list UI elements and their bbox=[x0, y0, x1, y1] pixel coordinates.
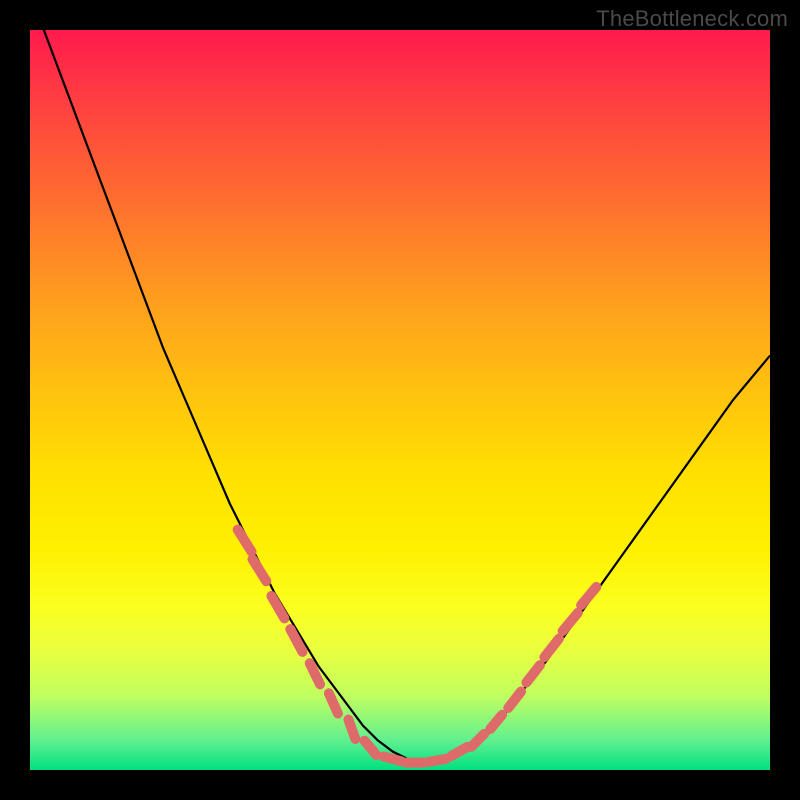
watermark-text: TheBottleneck.com bbox=[596, 6, 788, 32]
curve-marker bbox=[329, 693, 338, 713]
bottleneck-curve bbox=[30, 0, 770, 763]
curve-marker bbox=[451, 747, 467, 756]
curve-marker bbox=[238, 530, 252, 552]
curve-marker bbox=[428, 759, 446, 762]
curve-marker bbox=[384, 757, 402, 762]
curve-marker bbox=[290, 629, 302, 652]
curve-marker bbox=[490, 715, 502, 729]
curve-marker bbox=[526, 665, 540, 682]
marker-layer bbox=[238, 530, 597, 763]
curve-marker bbox=[253, 559, 267, 581]
bottleneck-chart bbox=[30, 30, 770, 770]
curve-marker bbox=[471, 734, 484, 747]
curve-marker bbox=[271, 596, 284, 618]
curve-marker bbox=[348, 720, 355, 739]
curve-marker bbox=[563, 613, 578, 631]
curve-marker bbox=[544, 639, 559, 658]
curve-marker bbox=[581, 587, 596, 605]
curve-marker bbox=[508, 692, 521, 708]
curve-marker bbox=[365, 741, 377, 755]
